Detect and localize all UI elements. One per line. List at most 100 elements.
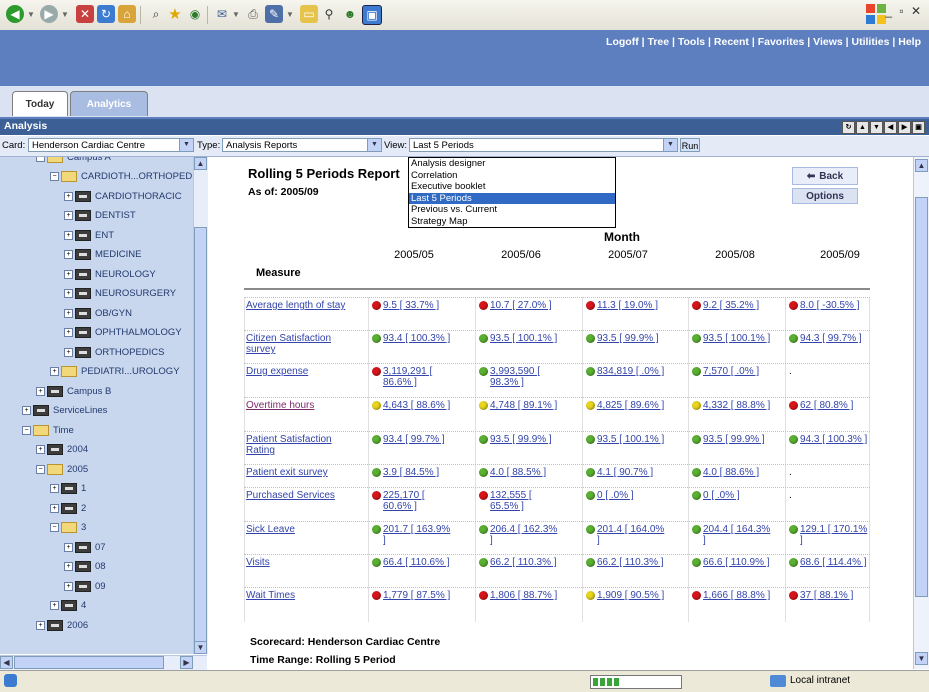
favorites-star-icon[interactable]: ★ — [166, 5, 184, 23]
view-menu-item[interactable]: Correlation — [409, 170, 615, 182]
expand-icon[interactable]: + — [64, 542, 73, 552]
views-link[interactable]: Views — [813, 36, 843, 48]
tree-node[interactable]: − Campus A — [36, 157, 111, 165]
period-value-link[interactable]: 4.0 [ 88.6% ] — [692, 467, 771, 478]
view-menu-item[interactable]: Analysis designer — [409, 158, 615, 170]
period-value-link[interactable]: 9.5 [ 33.7% ] — [372, 300, 451, 311]
period-value-link[interactable]: 129.1 [ 170.1% ] — [789, 524, 868, 546]
scroll-up-icon[interactable]: ▲ — [194, 157, 207, 170]
period-value-link[interactable]: 4,643 [ 88.6% ] — [372, 400, 451, 411]
collapse-icon[interactable]: − — [36, 157, 45, 162]
mail-icon[interactable]: ✉ — [213, 5, 231, 23]
history-icon[interactable]: ◉ — [186, 5, 204, 23]
forward-arrow-icon[interactable]: ▶ — [40, 5, 58, 23]
tree-node[interactable]: + NEUROLOGY — [64, 266, 156, 282]
chevron-down-icon[interactable]: ▼ — [61, 10, 69, 19]
type-select[interactable]: Analysis Reports ▼ — [222, 138, 382, 152]
expand-icon[interactable]: + — [64, 289, 73, 298]
card-select[interactable]: Henderson Cardiac Centre ▼ — [28, 138, 194, 152]
collapse-icon[interactable]: − — [36, 464, 45, 474]
chevron-down-icon[interactable]: ▼ — [663, 139, 677, 151]
tree-link[interactable]: Tree — [647, 36, 669, 48]
tree-node[interactable]: +2004 — [36, 442, 88, 458]
period-value-link[interactable]: 37 [ 88.1% ] — [789, 590, 868, 601]
period-value-link[interactable]: 68.6 [ 114.4% ] — [789, 557, 868, 568]
report-vertical-scrollbar[interactable]: ▲ ▼ — [913, 157, 929, 669]
move-right-icon[interactable]: ▶ — [898, 121, 911, 134]
refresh-icon[interactable]: ↻ — [842, 121, 855, 134]
tree-node[interactable]: + ServiceLines — [22, 403, 107, 419]
expand-icon[interactable]: + — [50, 503, 59, 513]
scroll-up-icon[interactable]: ▲ — [915, 159, 928, 172]
period-value-link[interactable]: 4.0 [ 88.5% ] — [479, 467, 558, 478]
period-value-link[interactable]: 93.5 [ 100.1% ] — [479, 333, 558, 344]
period-value-link[interactable]: 834,819 [ .0% ] — [586, 366, 665, 377]
scroll-right-icon[interactable]: ▶ — [180, 656, 193, 669]
period-value-link[interactable]: 0 [ .0% ] — [692, 490, 771, 501]
stop-icon[interactable]: ✕ — [76, 5, 94, 23]
back-button[interactable]: ⬅ Back — [792, 167, 858, 185]
tree-node[interactable]: +4 — [50, 598, 86, 614]
period-value-link[interactable]: 93.4 [ 100.3% ] — [372, 333, 451, 344]
view-select[interactable]: Last 5 Periods ▼ — [409, 138, 678, 152]
collapse-icon[interactable]: − — [22, 425, 31, 435]
expand-icon[interactable]: + — [64, 191, 73, 201]
period-value-link[interactable]: 0 [ .0% ] — [586, 490, 665, 501]
maximize-icon[interactable]: ▣ — [912, 121, 925, 134]
period-value-link[interactable]: 204.4 [ 164.3% ] — [692, 524, 771, 546]
expand-icon[interactable]: + — [22, 406, 31, 415]
tree-node[interactable]: − 2005 — [36, 461, 88, 477]
period-value-link[interactable]: 66.2 [ 110.3% ] — [479, 557, 558, 568]
period-value-link[interactable]: 66.2 [ 110.3% ] — [586, 557, 665, 568]
logoff-link[interactable]: Logoff — [606, 36, 639, 48]
expand-icon[interactable]: + — [64, 269, 73, 279]
period-value-link[interactable]: 94.3 [ 99.7% ] — [789, 333, 868, 344]
expand-icon[interactable]: + — [64, 347, 73, 357]
scroll-down-icon[interactable]: ▼ — [194, 641, 207, 654]
tree-horizontal-scrollbar[interactable]: ◀ ▶ — [0, 655, 207, 670]
measure-link[interactable]: Average length of stay — [246, 300, 346, 311]
move-down-icon[interactable]: ▼ — [870, 121, 883, 134]
refresh-icon[interactable]: ↻ — [97, 5, 115, 23]
period-value-link[interactable]: 93.5 [ 100.1% ] — [692, 333, 771, 344]
period-value-link[interactable]: 1,909 [ 90.5% ] — [586, 590, 665, 601]
expand-icon[interactable]: + — [50, 601, 59, 610]
period-value-link[interactable]: 4,332 [ 88.8% ] — [692, 400, 771, 411]
expand-icon[interactable]: + — [64, 581, 73, 591]
measure-link[interactable]: Purchased Services — [246, 490, 346, 501]
tree-node[interactable]: + MEDICINE — [64, 247, 141, 263]
move-up-icon[interactable]: ▲ — [856, 121, 869, 134]
tree-node[interactable]: +2006 — [36, 617, 88, 633]
period-value-link[interactable]: 206.4 [ 162.3% ] — [479, 524, 558, 546]
period-value-link[interactable]: 10.7 [ 27.0% ] — [479, 300, 558, 311]
period-value-link[interactable]: 8.0 [ -30.5% ] — [789, 300, 868, 311]
window-icon[interactable]: ▣ — [362, 5, 382, 25]
period-value-link[interactable]: 3,993,590 [ 98.3% ] — [479, 366, 558, 388]
period-value-link[interactable]: 132,555 [ 65.5% ] — [479, 490, 558, 512]
tree-node[interactable]: + CARDIOTHORACIC — [64, 188, 182, 204]
period-value-link[interactable]: 93.5 [ 100.1% ] — [586, 434, 665, 445]
tree-node[interactable]: +07 — [64, 539, 106, 555]
period-value-link[interactable]: 62 [ 80.8% ] — [789, 400, 868, 411]
chevron-down-icon[interactable]: ▼ — [367, 139, 381, 151]
tree-node[interactable]: +09 — [64, 578, 106, 594]
period-value-link[interactable]: 1,779 [ 87.5% ] — [372, 590, 451, 601]
tree-node[interactable]: + ENT — [64, 227, 114, 243]
period-value-link[interactable]: 225,170 [ 60.6% ] — [372, 490, 451, 512]
scroll-thumb[interactable] — [915, 197, 928, 597]
research-icon[interactable]: ⚲ — [320, 5, 338, 23]
expand-icon[interactable]: + — [36, 445, 45, 454]
period-value-link[interactable]: 1,806 [ 88.7% ] — [479, 590, 558, 601]
period-value-link[interactable]: 1,666 [ 88.8% ] — [692, 590, 771, 601]
back-arrow-icon[interactable]: ◀ — [6, 5, 24, 23]
period-value-link[interactable]: 201.7 [ 163.9% ] — [372, 524, 451, 546]
view-menu-item[interactable]: Executive booklet — [409, 181, 615, 193]
expand-icon[interactable]: + — [64, 211, 73, 220]
move-left-icon[interactable]: ◀ — [884, 121, 897, 134]
recent-link[interactable]: Recent — [714, 36, 749, 48]
tree-node[interactable]: + NEUROSURGERY — [64, 286, 176, 302]
expand-icon[interactable]: + — [64, 562, 73, 571]
period-value-link[interactable]: 201.4 [ 164.0% ] — [586, 524, 665, 546]
period-value-link[interactable]: 4,825 [ 89.6% ] — [586, 400, 665, 411]
measure-link[interactable]: Overtime hours — [246, 400, 346, 411]
